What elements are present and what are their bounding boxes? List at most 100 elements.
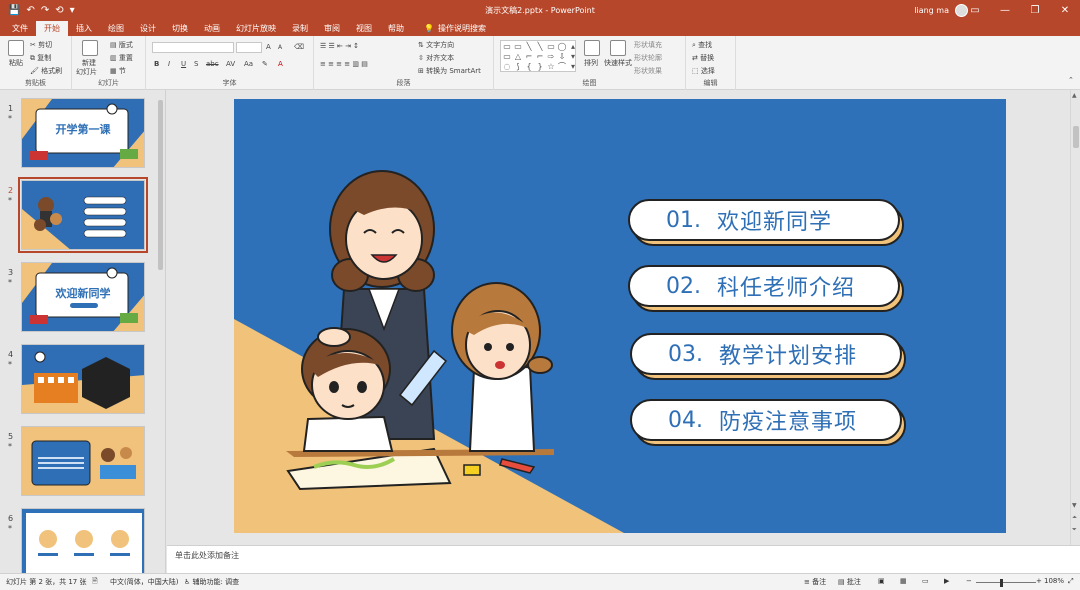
italic-button[interactable]: I — [168, 60, 170, 68]
editor-scrollbar[interactable]: ▲ ▼ ⏶ ⏷ — [1070, 90, 1080, 545]
tab-view[interactable]: 视图 — [348, 21, 380, 36]
tell-me-search[interactable]: 💡 操作说明搜索 — [412, 21, 486, 36]
shrink-font-button[interactable]: A — [278, 44, 282, 51]
grow-font-button[interactable]: A — [266, 43, 271, 51]
tab-animations[interactable]: 动画 — [196, 21, 228, 36]
section-button[interactable]: ▦ 节 — [110, 66, 126, 76]
font-size-combo[interactable] — [236, 42, 262, 53]
slideshow-view-icon[interactable]: ▶ — [944, 577, 949, 585]
shape-fill-button[interactable]: 形状填充 — [634, 40, 662, 50]
thumbnail-slide-5[interactable]: 5 * — [0, 426, 160, 500]
cut-button[interactable]: ✂ 剪切 — [30, 40, 52, 50]
thumbnail-slide-2[interactable]: 2 * — [0, 177, 160, 254]
scroll-up-icon[interactable]: ▲ — [1072, 92, 1077, 99]
zoom-level[interactable]: 108% — [1044, 577, 1064, 585]
thumbnail-slide-6[interactable]: 6 * — [0, 508, 160, 573]
paste-icon[interactable] — [8, 40, 24, 56]
menu-item-3[interactable]: 03. 教学计划安排 — [630, 333, 906, 380]
reset-button[interactable]: ▥ 重置 — [110, 53, 133, 63]
spellcheck-icon[interactable]: 🗎 — [92, 577, 98, 588]
new-slide-label[interactable]: 幻灯片 — [76, 67, 97, 77]
strikethrough-button[interactable]: abc — [206, 60, 219, 68]
menu-item-1[interactable]: 01. 欢迎新同学 — [628, 199, 904, 246]
tab-transitions[interactable]: 切换 — [164, 21, 196, 36]
thumbnail-slide-4[interactable]: 4 * — [0, 344, 160, 418]
quick-styles-button[interactable]: 快速样式 — [604, 58, 632, 68]
text-direction-button[interactable]: ⇅ 文字方向 — [418, 40, 454, 50]
shadow-button[interactable]: S — [194, 60, 198, 68]
arrange-icon[interactable] — [584, 40, 600, 56]
tab-home[interactable]: 开始 — [36, 21, 68, 36]
change-case-button[interactable]: Aa — [244, 60, 253, 68]
tab-review[interactable]: 审阅 — [316, 21, 348, 36]
current-slide[interactable]: 01. 欢迎新同学 02. 科任老师介绍 03. 教学计划安排 04. 防疫注意… — [234, 99, 1006, 533]
reading-view-icon[interactable]: ▭ — [922, 577, 929, 585]
collapse-ribbon-icon[interactable]: ⌃ — [1068, 76, 1074, 84]
accessibility-checker[interactable]: ♿ 辅助功能: 调查 — [184, 577, 239, 587]
language-indicator[interactable]: 中文(简体，中国大陆) — [110, 577, 178, 587]
fit-slide-icon[interactable]: ⤢ — [1068, 577, 1074, 586]
font-color-icon[interactable]: A — [278, 60, 283, 68]
minimize-button[interactable]: — — [990, 0, 1020, 20]
thumbnail-number: 4 — [8, 350, 14, 359]
comments-button[interactable]: ▤ 批注 — [838, 577, 861, 587]
tab-design[interactable]: 设计 — [132, 21, 164, 36]
zoom-out-icon[interactable]: − — [966, 577, 972, 585]
select-button[interactable]: ⬚ 选择 — [692, 66, 715, 76]
replace-button[interactable]: ⇄ 替换 — [692, 53, 714, 63]
shapes-gallery[interactable]: ▭ ▭ ╲ ╲ ▭ ◯ ▴ ▭ △ ⌐ ⌐ ⇨ ⇩ ▾ ◌ ⟆{} ☆ ⌒ ▾ — [500, 40, 576, 72]
thumbnail-slide-3[interactable]: 3 * 欢迎新同学 — [0, 262, 160, 336]
format-painter-button[interactable]: 🖌 格式刷 — [30, 66, 62, 76]
bold-button[interactable]: B — [154, 60, 159, 68]
close-button[interactable]: ✕ — [1050, 0, 1080, 20]
next-slide-icon[interactable]: ⏷ — [1072, 526, 1077, 534]
zoom-slider-knob[interactable] — [1000, 579, 1003, 587]
restore-button[interactable]: ❐ — [1020, 0, 1050, 20]
redo-icon[interactable]: ↷ — [41, 5, 49, 16]
clear-format-icon[interactable]: ⌫ — [294, 43, 304, 51]
ribbon-display-options-icon[interactable]: ▭ — [960, 0, 990, 20]
customize-qat-icon[interactable]: ▾ — [70, 5, 75, 16]
copy-button[interactable]: ⧉ 复制 — [30, 53, 51, 63]
slide-sorter-icon[interactable]: ▦ — [900, 577, 907, 585]
new-slide-icon[interactable] — [82, 40, 98, 56]
tab-insert[interactable]: 插入 — [68, 21, 100, 36]
undo-icon[interactable]: ↶ — [26, 5, 34, 16]
normal-view-icon[interactable]: ▣ — [878, 577, 885, 585]
menu-item-4[interactable]: 04. 防疫注意事项 — [630, 399, 906, 446]
quick-styles-icon[interactable] — [610, 40, 626, 56]
thumbnail-slide-1[interactable]: 1 * 开学第一课 — [0, 98, 160, 172]
tab-file[interactable]: 文件 — [4, 21, 36, 36]
zoom-slider[interactable] — [976, 582, 1036, 583]
bullets-icon[interactable]: ☰ ☰ ⇤ ⇥ ↕ — [320, 42, 359, 50]
thumbnails-scrollbar[interactable] — [156, 90, 165, 573]
start-from-beginning-icon[interactable]: ⟲ — [55, 5, 63, 16]
previous-slide-icon[interactable]: ⏶ — [1072, 514, 1077, 522]
zoom-in-icon[interactable]: + — [1036, 577, 1042, 585]
align-icons[interactable]: ≡ ≡ ≡ ≡ ▥ ▤ — [320, 60, 368, 68]
char-spacing-button[interactable]: AV — [226, 60, 235, 68]
save-icon[interactable]: 💾 — [8, 5, 20, 16]
notes-button[interactable]: ≡ 备注 — [804, 577, 826, 587]
tab-help[interactable]: 帮助 — [380, 21, 412, 36]
shape-effects-button[interactable]: 形状效果 — [634, 66, 662, 76]
underline-button[interactable]: U — [181, 60, 186, 68]
animation-star-icon: * — [8, 278, 12, 287]
highlight-icon[interactable]: ✎ — [262, 60, 268, 68]
paste-button[interactable]: 粘贴 — [9, 58, 23, 68]
scrollbar-thumb[interactable] — [158, 100, 163, 270]
tab-slideshow[interactable]: 幻灯片放映 — [228, 21, 284, 36]
shape-outline-button[interactable]: 形状轮廓 — [634, 53, 662, 63]
arrange-button[interactable]: 排列 — [584, 58, 598, 68]
scrollbar-thumb[interactable] — [1073, 126, 1079, 148]
scroll-down-icon[interactable]: ▼ — [1072, 502, 1077, 509]
tab-draw[interactable]: 绘图 — [100, 21, 132, 36]
layout-button[interactable]: ▤ 版式 — [110, 40, 133, 50]
smartart-button[interactable]: ⊞ 转换为 SmartArt — [418, 66, 481, 76]
font-family-combo[interactable] — [152, 42, 234, 53]
find-button[interactable]: ⌕ 查找 — [692, 40, 712, 50]
align-text-button[interactable]: ⇳ 对齐文本 — [418, 53, 454, 63]
notes-pane[interactable]: 单击此处添加备注 — [167, 545, 1080, 573]
tab-record[interactable]: 录制 — [284, 21, 316, 36]
menu-item-2[interactable]: 02. 科任老师介绍 — [628, 265, 904, 312]
